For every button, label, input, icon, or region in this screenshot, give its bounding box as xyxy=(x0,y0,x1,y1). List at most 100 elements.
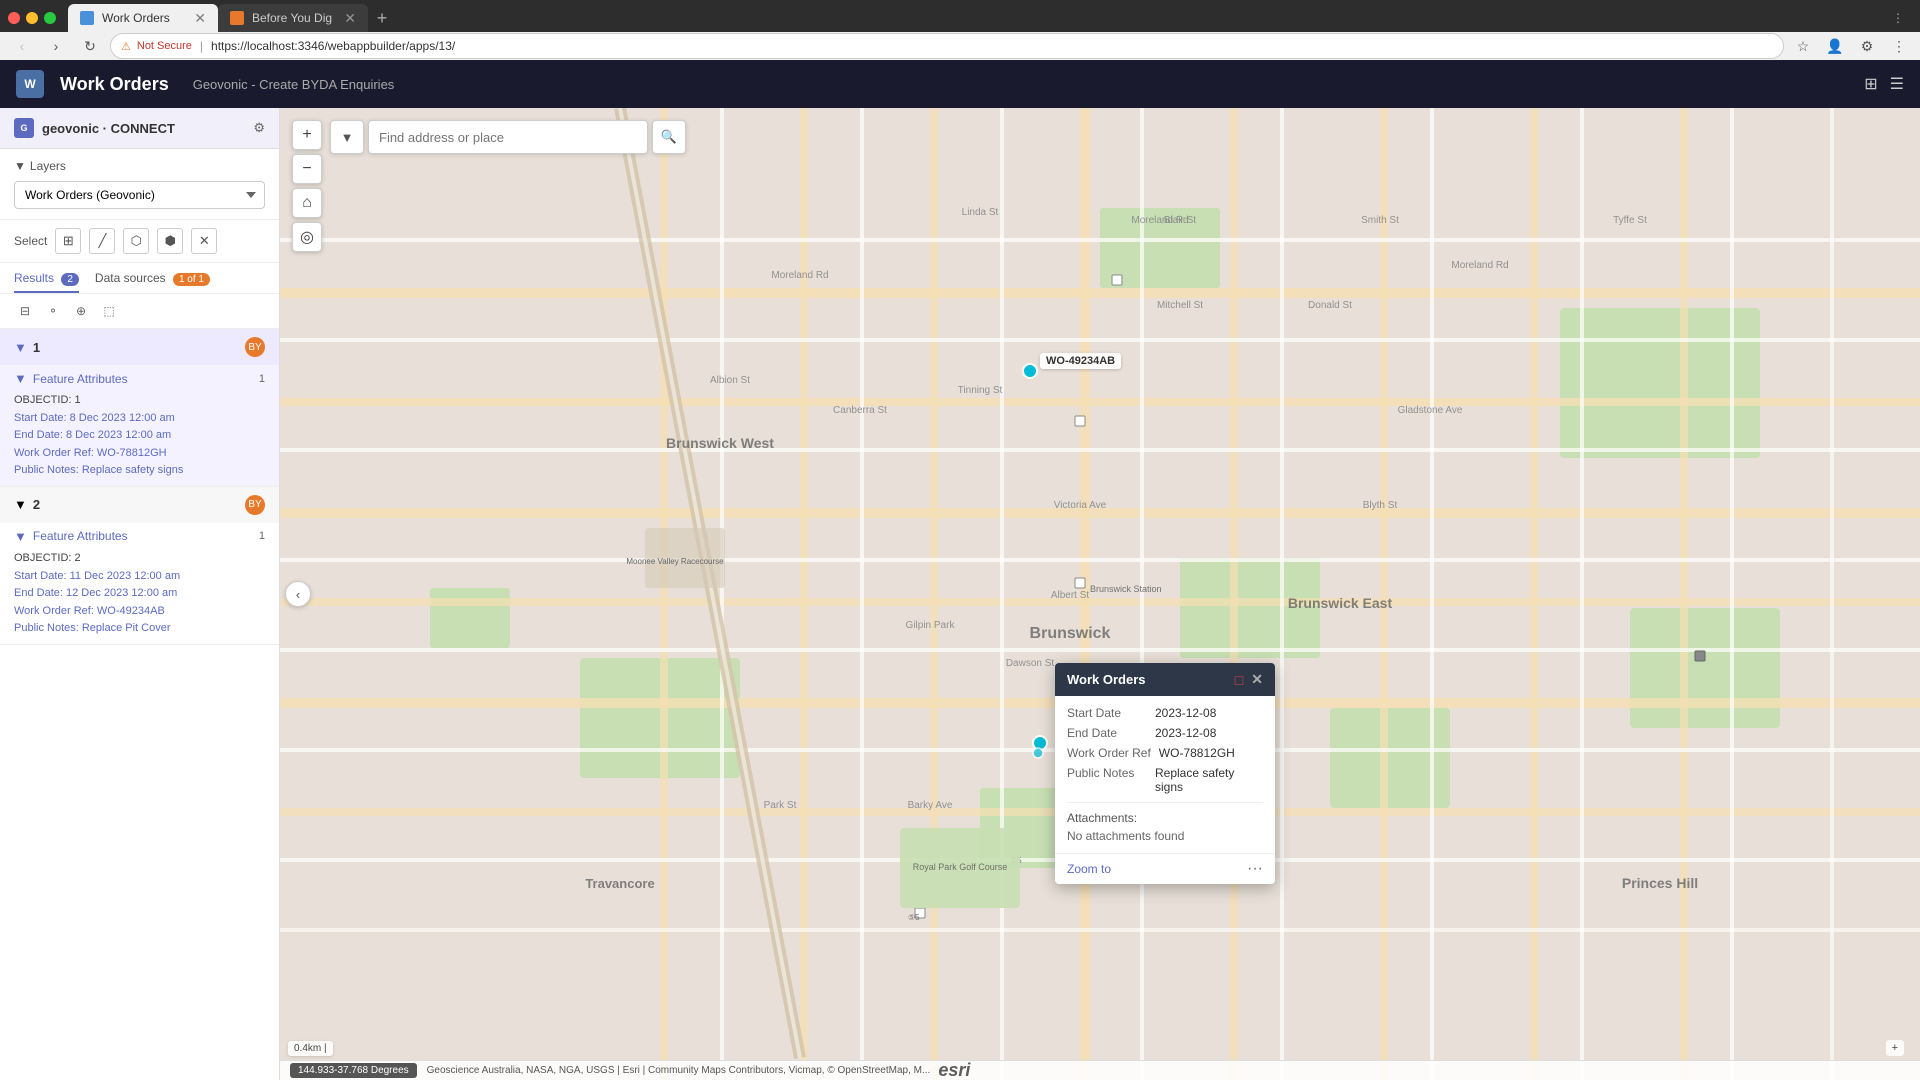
tab-label-1: Work Orders xyxy=(102,11,170,25)
tab-results[interactable]: Results 2 xyxy=(14,271,79,293)
tab-datasources[interactable]: Data sources 1 of 1 xyxy=(95,271,210,293)
popup-close-button[interactable]: ✕ xyxy=(1251,671,1263,688)
app-title: Work Orders xyxy=(60,74,169,95)
popup-row-startdate: Start Date 2023-12-08 xyxy=(1067,706,1263,720)
select-tool-2[interactable]: ╱ xyxy=(89,228,115,254)
popup-header: Work Orders □ ✕ xyxy=(1055,663,1275,696)
attr-end-2: End Date: 12 Dec 2023 12:00 am xyxy=(14,585,265,603)
result-group-header-2[interactable]: ▼ 2 BY xyxy=(0,487,279,523)
select-tool-3[interactable]: ⬡ xyxy=(123,228,149,254)
map-search-submit[interactable]: 🔍 xyxy=(652,120,686,154)
zoom-out-button[interactable]: − xyxy=(292,154,322,184)
popup-row-ref: Work Order Ref WO-78812GH xyxy=(1067,746,1263,760)
home-button[interactable]: ⌂ xyxy=(292,188,322,218)
header-grid-icon[interactable]: ⊞ xyxy=(1864,74,1877,94)
popup-row-enddate: End Date 2023-12-08 xyxy=(1067,726,1263,740)
profile-button[interactable]: 👤 xyxy=(1822,33,1848,59)
svg-text:Albion St: Albion St xyxy=(710,375,750,386)
svg-text:Brunswick Station: Brunswick Station xyxy=(1090,584,1162,594)
result-group-2: ▼ 2 BY ▼ Feature Attributes 1 OBJECTID: … xyxy=(0,487,279,645)
map-search-input[interactable] xyxy=(368,120,648,154)
panel-settings-button[interactable]: ⚙ xyxy=(253,120,265,136)
status-bar: 144.933-37.768 Degrees Geoscience Austra… xyxy=(280,1060,1920,1080)
security-warning-icon: ⚠ xyxy=(121,40,131,53)
map-search: ▼ 🔍 xyxy=(330,120,686,154)
svg-text:Gladstone Ave: Gladstone Ave xyxy=(1398,405,1463,416)
extensions-button[interactable]: ⚙ xyxy=(1854,33,1880,59)
result-group-header-1[interactable]: ▼ 1 BY xyxy=(0,329,279,365)
results-badge: 2 xyxy=(61,273,79,286)
popup-zoom-to[interactable]: Zoom to xyxy=(1067,862,1111,876)
results-tool-zoom[interactable]: ⊕ xyxy=(70,300,92,322)
popup-attachments-label: Attachments: xyxy=(1067,811,1263,825)
results-tool-layout[interactable]: ⊟ xyxy=(14,300,36,322)
svg-text:Brunswick East: Brunswick East xyxy=(1288,595,1393,611)
layers-arrow-icon: ▼ xyxy=(14,159,26,173)
map-area[interactable]: Brunswick West Brunswick Brunswick East … xyxy=(280,108,1920,1080)
result-group-num-2: 2 xyxy=(33,497,40,512)
layer-select[interactable]: Work Orders (Geovonic) xyxy=(14,181,265,209)
attr-start-1: Start Date: 8 Dec 2023 12:00 am xyxy=(14,410,265,428)
svg-text:Barky Ave: Barky Ave xyxy=(908,800,953,811)
results-list: ▼ 1 BY ▼ Feature Attributes 1 OBJECTID: … xyxy=(0,329,279,1080)
status-coords: 144.933-37.768 Degrees xyxy=(290,1063,417,1078)
window-controls-right: ⋮ xyxy=(1892,11,1912,25)
map-popup: Work Orders □ ✕ Start Date 2023-12-08 En… xyxy=(1055,663,1275,884)
results-toolbar: ⊟ ⚬ ⊕ ⬚ xyxy=(0,294,279,329)
popup-attachments-value: No attachments found xyxy=(1067,829,1263,843)
refresh-button[interactable]: ↻ xyxy=(76,32,104,60)
popup-footer: Zoom to ··· xyxy=(1055,853,1275,884)
status-attribution: Geoscience Australia, NASA, NGA, USGS | … xyxy=(427,1065,931,1076)
results-tool-filter[interactable]: ⚬ xyxy=(42,300,64,322)
main-content: G geovonic · CONNECT ⚙ ▼ Layers Work Ord… xyxy=(0,108,1920,1080)
feature-attrs-header-1: ▼ Feature Attributes 1 xyxy=(14,371,265,386)
popup-divider xyxy=(1067,802,1263,803)
map-svg: Brunswick West Brunswick Brunswick East … xyxy=(280,108,1920,1080)
scale-indicator: 0.4km | xyxy=(288,1041,333,1056)
svg-text:Gilpin Park: Gilpin Park xyxy=(906,620,956,631)
menu-button[interactable]: ⋮ xyxy=(1886,33,1912,59)
app-logo: W xyxy=(16,70,44,98)
window-maximize[interactable] xyxy=(44,12,56,24)
svg-text:Moreland Rd: Moreland Rd xyxy=(1451,260,1508,271)
panel-collapse-button[interactable]: ‹ xyxy=(285,581,311,607)
new-tab-button[interactable]: + xyxy=(368,4,396,32)
window-minimize[interactable] xyxy=(26,12,38,24)
result-group-1: ▼ 1 BY ▼ Feature Attributes 1 OBJECTID: … xyxy=(0,329,279,487)
address-bar[interactable]: ⚠ Not Secure | https://localhost:3346/we… xyxy=(110,33,1784,59)
popup-label-startdate: Start Date xyxy=(1067,706,1147,720)
bookmark-button[interactable]: ☆ xyxy=(1790,33,1816,59)
tab-favicon-1 xyxy=(80,11,94,25)
result-group-arrow-1: ▼ xyxy=(14,340,27,355)
svg-text:Donald St: Donald St xyxy=(1308,300,1352,311)
back-button[interactable]: ‹ xyxy=(8,32,36,60)
header-menu-icon[interactable]: ☰ xyxy=(1890,74,1904,94)
tab-before-you-dig[interactable]: Before You Dig ✕ xyxy=(218,4,368,32)
select-tool-4[interactable]: ⬢ xyxy=(157,228,183,254)
panel-brand: geovonic · CONNECT xyxy=(42,121,175,136)
zoom-in-button[interactable]: + xyxy=(292,120,322,150)
map-search-dropdown[interactable]: ▼ xyxy=(330,120,364,154)
forward-button[interactable]: › xyxy=(42,32,70,60)
location-button[interactable]: ◎ xyxy=(292,222,322,252)
tab-close-1[interactable]: ✕ xyxy=(194,10,206,27)
select-tool-1[interactable]: ⊞ xyxy=(55,228,81,254)
window-close[interactable] xyxy=(8,12,20,24)
select-tool-clear[interactable]: ✕ xyxy=(191,228,217,254)
results-tool-export[interactable]: ⬚ xyxy=(98,300,120,322)
popup-more-button[interactable]: ··· xyxy=(1247,860,1263,878)
browser-nav-bar: ‹ › ↻ ⚠ Not Secure | https://localhost:3… xyxy=(0,32,1920,61)
svg-text:Park St: Park St xyxy=(764,800,797,811)
map-controls: + − ⌂ ◎ xyxy=(292,120,322,252)
layers-section: ▼ Layers Work Orders (Geovonic) xyxy=(0,149,279,220)
tab-work-orders[interactable]: Work Orders ✕ xyxy=(68,4,218,32)
tab-close-2[interactable]: ✕ xyxy=(344,10,356,27)
attr-ref-1: Work Order Ref: WO-78812GH xyxy=(14,445,265,463)
svg-text:⑤5: ⑤5 xyxy=(908,913,920,922)
browser-chrome: Work Orders ✕ Before You Dig ✕ + ⋮ ‹ › ↻… xyxy=(0,0,1920,60)
popup-close-expand[interactable]: □ xyxy=(1235,672,1243,688)
popup-label-enddate: End Date xyxy=(1067,726,1147,740)
svg-text:Blair St: Blair St xyxy=(1164,215,1196,226)
popup-value-startdate: 2023-12-08 xyxy=(1155,706,1216,720)
svg-text:Travancore: Travancore xyxy=(585,876,654,891)
